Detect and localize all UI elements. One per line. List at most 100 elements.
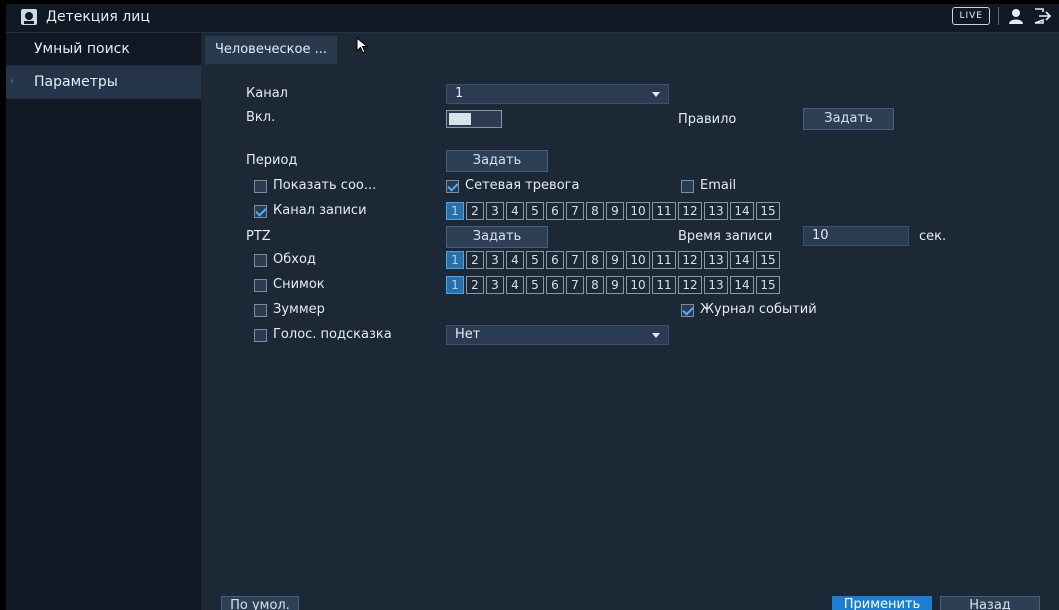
voice-prompt-select[interactable]: Нет [446,325,669,345]
chevron-down-icon [652,333,660,338]
channel-button-2[interactable]: 2 [466,276,484,294]
channel-button-15[interactable]: 15 [756,276,780,294]
channel-button-11[interactable]: 11 [652,202,676,220]
channel-button-7[interactable]: 7 [566,276,584,294]
ptz-set-button[interactable]: Задать [446,226,548,248]
channel-button-10[interactable]: 10 [626,276,650,294]
network-alarm-label: Сетевая тревога [465,178,580,193]
channel-button-14[interactable]: 14 [730,202,754,220]
channel-button-7[interactable]: 7 [566,251,584,269]
channel-button-12[interactable]: 12 [678,276,702,294]
channel-button-4[interactable]: 4 [506,202,524,220]
channel-button-9[interactable]: 9 [606,251,624,269]
email-checkbox[interactable] [681,180,694,193]
channel-button-6[interactable]: 6 [546,202,564,220]
channel-button-11[interactable]: 11 [652,276,676,294]
channel-button-12[interactable]: 12 [678,202,702,220]
channel-select[interactable]: 1 [446,84,669,104]
snapshot-channel-buttons: 1 2 3 4 5 6 7 8 9 10 11 12 13 14 15 [446,276,780,294]
channel-select-value: 1 [455,86,464,101]
ptz-label: PTZ [246,229,271,244]
channel-button-14[interactable]: 14 [730,251,754,269]
channel-button-6[interactable]: 6 [546,251,564,269]
channel-button-15[interactable]: 15 [756,251,780,269]
apply-button[interactable]: Применить [832,596,932,610]
record-time-unit: сек. [919,229,947,244]
tab-human[interactable]: Человеческое ... [205,36,337,64]
logout-icon[interactable] [1033,7,1053,25]
snapshot-label: Снимок [273,277,325,292]
voice-prompt-select-value: Нет [455,327,481,342]
channel-button-3[interactable]: 3 [486,202,504,220]
channel-button-1[interactable]: 1 [446,251,464,269]
rule-label: Правило [678,112,737,127]
sidebar-item-parameters[interactable]: › Параметры [6,66,201,99]
channel-button-5[interactable]: 5 [526,276,544,294]
channel-button-2[interactable]: 2 [466,202,484,220]
record-channel-checkbox[interactable] [254,205,267,218]
buzzer-checkbox[interactable] [254,304,267,317]
channel-button-10[interactable]: 10 [626,251,650,269]
network-alarm-checkbox[interactable] [446,180,459,193]
channel-button-8[interactable]: 8 [586,202,604,220]
channel-label: Канал [246,86,288,101]
face-detection-icon [21,9,37,25]
channel-button-4[interactable]: 4 [506,276,524,294]
voice-prompt-checkbox[interactable] [254,329,267,342]
enable-toggle[interactable] [446,110,502,128]
channel-button-5[interactable]: 5 [526,251,544,269]
toggle-knob [449,113,471,125]
channel-button-13[interactable]: 13 [704,202,728,220]
record-channel-buttons: 1 2 3 4 5 6 7 8 9 10 11 12 13 14 15 [446,202,780,220]
sidebar-item-smart-search[interactable]: Умный поиск [6,33,201,66]
record-channel-label: Канал записи [273,203,367,218]
channel-button-3[interactable]: 3 [486,251,504,269]
enable-label: Вкл. [246,110,276,125]
channel-button-4[interactable]: 4 [506,251,524,269]
channel-button-10[interactable]: 10 [626,202,650,220]
show-message-checkbox[interactable] [254,180,267,193]
top-right-controls: LIVE [952,7,1053,25]
channel-button-12[interactable]: 12 [678,251,702,269]
buzzer-label: Зуммер [273,302,325,317]
email-label: Email [700,178,737,193]
channel-button-8[interactable]: 8 [586,251,604,269]
channel-button-1[interactable]: 1 [446,202,464,220]
top-bar: Детекция лиц LIVE [6,4,1059,33]
channel-button-9[interactable]: 9 [606,276,624,294]
channel-button-13[interactable]: 13 [704,276,728,294]
channel-button-14[interactable]: 14 [730,276,754,294]
channel-button-5[interactable]: 5 [526,202,544,220]
show-message-label: Показать соо... [273,178,377,193]
sidebar: Умный поиск › Параметры [6,33,201,610]
user-icon[interactable] [1007,7,1025,25]
app-window: Детекция лиц LIVE Умный поиск › Параметр… [6,4,1059,610]
live-button[interactable]: LIVE [952,7,990,25]
sidebar-item-label: Параметры [34,74,118,90]
tour-label: Обход [273,252,316,267]
channel-button-11[interactable]: 11 [652,251,676,269]
channel-button-1[interactable]: 1 [446,276,464,294]
channel-button-8[interactable]: 8 [586,276,604,294]
period-set-button[interactable]: Задать [446,150,548,172]
channel-button-7[interactable]: 7 [566,202,584,220]
back-button[interactable]: Назад [940,596,1040,610]
chevron-down-icon [652,92,660,97]
page-title: Детекция лиц [46,9,150,25]
snapshot-checkbox[interactable] [254,279,267,292]
channel-button-6[interactable]: 6 [546,276,564,294]
tour-checkbox[interactable] [254,254,267,267]
record-time-input[interactable]: 10 [803,226,909,246]
tab-bar: Человеческое ... [201,33,1059,67]
channel-button-2[interactable]: 2 [466,251,484,269]
voice-prompt-label: Голос. подсказка [273,327,392,342]
channel-button-13[interactable]: 13 [704,251,728,269]
period-label: Период [246,153,298,168]
channel-button-9[interactable]: 9 [606,202,624,220]
default-button[interactable]: По умол. [221,596,299,610]
channel-button-15[interactable]: 15 [756,202,780,220]
record-time-label: Время записи [678,229,773,244]
channel-button-3[interactable]: 3 [486,276,504,294]
rule-set-button[interactable]: Задать [803,108,894,130]
event-log-checkbox[interactable] [681,304,694,317]
